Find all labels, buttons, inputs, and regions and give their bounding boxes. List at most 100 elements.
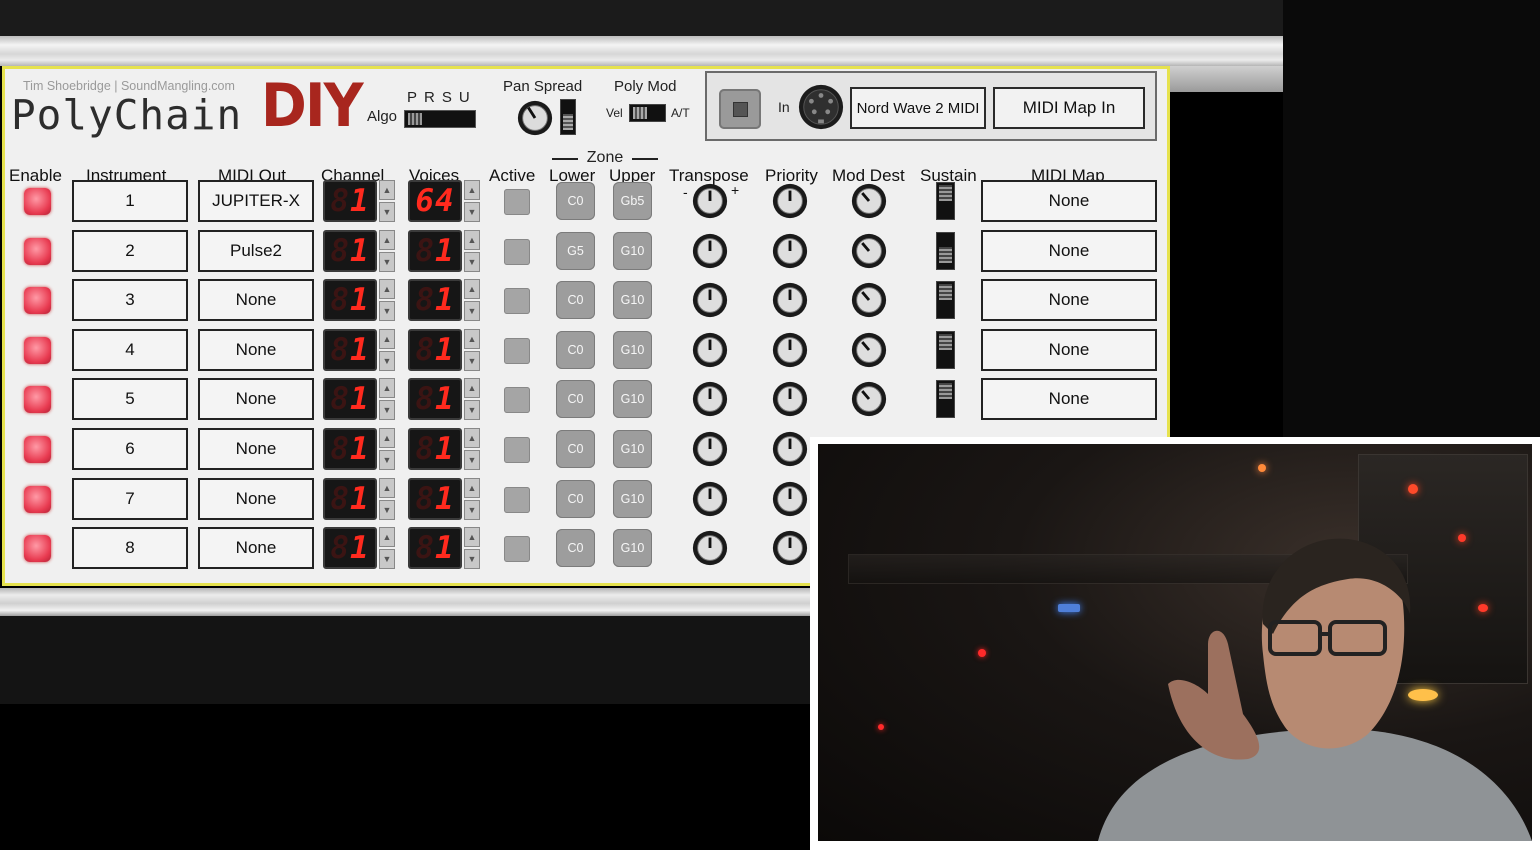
priority-knob[interactable]: [771, 182, 809, 220]
midi-map-select[interactable]: None: [981, 328, 1157, 371]
voices-stepper[interactable]: ▲ ▼: [464, 279, 480, 322]
voices-stepper[interactable]: ▲ ▼: [464, 378, 480, 421]
enable-led[interactable]: [24, 535, 51, 563]
channel-up-icon[interactable]: ▲: [379, 279, 395, 300]
zone-lower-button[interactable]: G5: [556, 231, 595, 270]
channel-up-icon[interactable]: ▲: [379, 328, 395, 349]
channel-down-icon[interactable]: ▼: [379, 251, 395, 272]
zone-upper-button[interactable]: G10: [613, 330, 652, 369]
priority-knob[interactable]: [771, 430, 809, 468]
sustain-switch-thumb[interactable]: [939, 185, 952, 201]
enable-led[interactable]: [24, 237, 51, 265]
midi-out-select[interactable]: None: [198, 477, 314, 520]
zone-lower-button[interactable]: C0: [556, 380, 595, 419]
midi-input-device-select[interactable]: Nord Wave 2 MIDI: [850, 87, 986, 129]
midi-map-in-button[interactable]: MIDI Map In: [993, 87, 1145, 129]
midi-out-select[interactable]: None: [198, 328, 314, 371]
poly-mod-switch[interactable]: [629, 104, 666, 122]
instrument-button[interactable]: 3: [72, 279, 188, 322]
sustain-switch[interactable]: [936, 330, 955, 369]
transpose-knob[interactable]: [691, 232, 729, 270]
channel-stepper[interactable]: ▲ ▼: [379, 229, 395, 272]
channel-stepper[interactable]: ▲ ▼: [379, 279, 395, 322]
priority-knob[interactable]: [771, 232, 809, 270]
voices-stepper[interactable]: ▲ ▼: [464, 527, 480, 570]
voices-up-icon[interactable]: ▲: [464, 279, 480, 300]
voices-up-icon[interactable]: ▲: [464, 527, 480, 548]
channel-up-icon[interactable]: ▲: [379, 180, 395, 200]
enable-led[interactable]: [24, 485, 51, 513]
midi-out-select[interactable]: None: [198, 428, 314, 470]
channel-stepper[interactable]: ▲ ▼: [379, 180, 395, 222]
voices-stepper[interactable]: ▲ ▼: [464, 428, 480, 470]
instrument-button[interactable]: 6: [72, 428, 188, 470]
voices-down-icon[interactable]: ▼: [464, 202, 480, 222]
transpose-knob[interactable]: [691, 480, 729, 518]
transpose-knob[interactable]: [691, 281, 729, 319]
enable-led[interactable]: [24, 386, 51, 414]
sustain-switch-thumb[interactable]: [939, 333, 952, 350]
voices-down-icon[interactable]: ▼: [464, 549, 480, 570]
channel-stepper[interactable]: ▲ ▼: [379, 328, 395, 371]
sustain-switch-thumb[interactable]: [939, 284, 952, 301]
instrument-button[interactable]: 2: [72, 229, 188, 272]
sustain-switch[interactable]: [936, 182, 955, 220]
pan-spread-fader[interactable]: [560, 99, 576, 135]
channel-stepper[interactable]: ▲ ▼: [379, 527, 395, 570]
voices-up-icon[interactable]: ▲: [464, 180, 480, 200]
voices-down-icon[interactable]: ▼: [464, 301, 480, 322]
channel-up-icon[interactable]: ▲: [379, 378, 395, 399]
channel-down-icon[interactable]: ▼: [379, 202, 395, 222]
zone-lower-button[interactable]: C0: [556, 479, 595, 518]
enable-led[interactable]: [24, 188, 51, 215]
voices-up-icon[interactable]: ▲: [464, 328, 480, 349]
instrument-button[interactable]: 1: [72, 180, 188, 222]
priority-knob[interactable]: [771, 331, 809, 369]
zone-upper-button[interactable]: G10: [613, 231, 652, 270]
mod-dest-knob[interactable]: [850, 281, 888, 319]
poly-mod-switch-thumb[interactable]: [633, 107, 647, 119]
priority-knob[interactable]: [771, 281, 809, 319]
channel-down-icon[interactable]: ▼: [379, 549, 395, 570]
channel-down-icon[interactable]: ▼: [379, 499, 395, 520]
channel-up-icon[interactable]: ▲: [379, 477, 395, 498]
zone-upper-button[interactable]: G10: [613, 529, 652, 568]
instrument-button[interactable]: 5: [72, 378, 188, 421]
midi-map-select[interactable]: None: [981, 279, 1157, 322]
channel-down-icon[interactable]: ▼: [379, 301, 395, 322]
priority-knob[interactable]: [771, 480, 809, 518]
mod-dest-knob[interactable]: [850, 182, 888, 220]
mod-dest-knob[interactable]: [850, 380, 888, 418]
algo-switch-thumb[interactable]: [408, 113, 422, 125]
channel-down-icon[interactable]: ▼: [379, 350, 395, 371]
enable-led[interactable]: [24, 287, 51, 315]
sustain-switch[interactable]: [936, 380, 955, 419]
stop-button[interactable]: [719, 89, 761, 129]
zone-upper-button[interactable]: G10: [613, 479, 652, 518]
channel-stepper[interactable]: ▲ ▼: [379, 477, 395, 520]
sustain-switch[interactable]: [936, 281, 955, 320]
zone-upper-button[interactable]: G10: [613, 430, 652, 468]
enable-led[interactable]: [24, 436, 51, 463]
transpose-knob[interactable]: [691, 331, 729, 369]
channel-down-icon[interactable]: ▼: [379, 450, 395, 470]
midi-out-select[interactable]: None: [198, 378, 314, 421]
voices-down-icon[interactable]: ▼: [464, 350, 480, 371]
pan-spread-fader-thumb[interactable]: [563, 114, 573, 130]
pan-spread-knob[interactable]: [516, 99, 554, 137]
mod-dest-knob[interactable]: [850, 232, 888, 270]
zone-upper-button[interactable]: G10: [613, 281, 652, 320]
voices-up-icon[interactable]: ▲: [464, 428, 480, 448]
voices-down-icon[interactable]: ▼: [464, 400, 480, 421]
transpose-knob[interactable]: [691, 182, 729, 220]
transpose-knob[interactable]: [691, 529, 729, 567]
voices-stepper[interactable]: ▲ ▼: [464, 328, 480, 371]
zone-upper-button[interactable]: G10: [613, 380, 652, 419]
priority-knob[interactable]: [771, 529, 809, 567]
channel-stepper[interactable]: ▲ ▼: [379, 428, 395, 470]
channel-stepper[interactable]: ▲ ▼: [379, 378, 395, 421]
instrument-button[interactable]: 7: [72, 477, 188, 520]
channel-up-icon[interactable]: ▲: [379, 428, 395, 448]
voices-down-icon[interactable]: ▼: [464, 499, 480, 520]
voices-up-icon[interactable]: ▲: [464, 477, 480, 498]
